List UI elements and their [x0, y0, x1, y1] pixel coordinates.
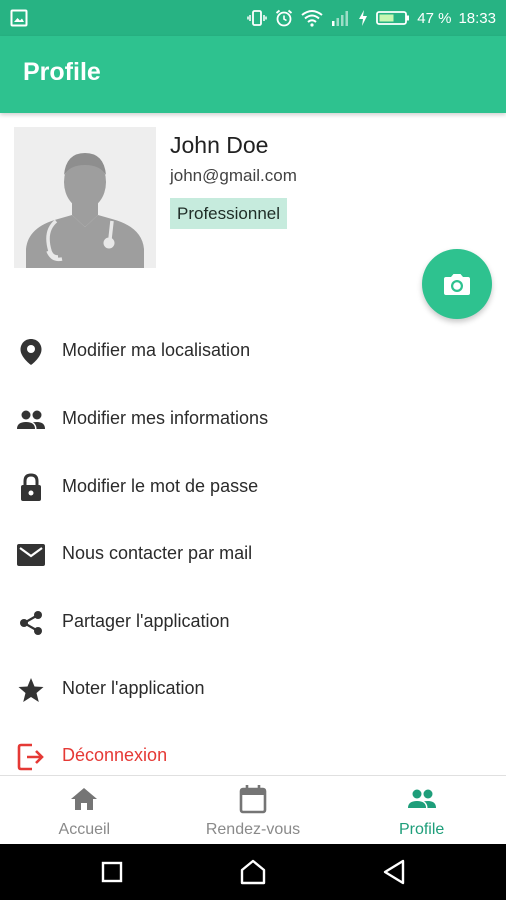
menu-item-label: Nous contacter par mail: [62, 543, 253, 563]
avatar[interactable]: [14, 127, 156, 268]
back-button[interactable]: [380, 858, 408, 886]
battery-percent: 47 %: [417, 9, 452, 27]
menu-item-password[interactable]: Modifier le mot de passe: [0, 459, 506, 515]
user-email: john@gmail.com: [170, 166, 297, 185]
role-badge: Professionnel: [170, 198, 288, 229]
people-icon: [406, 785, 438, 813]
lock-icon: [16, 473, 46, 503]
menu-item-information[interactable]: Modifier mes informations: [0, 391, 506, 447]
status-bar: 47 % 18:33: [0, 0, 506, 36]
nav-item-profile[interactable]: Profile: [337, 776, 506, 845]
calendar-icon: [237, 785, 269, 814]
doctor-avatar-icon: [14, 127, 156, 268]
people-icon: [16, 405, 46, 435]
bottom-navigation: Accueil Rendez-vous Profile: [0, 775, 506, 844]
menu-item-contact[interactable]: Nous contacter par mail: [0, 526, 506, 582]
menu-item-label: Noter l'application: [62, 678, 205, 698]
home-icon: [68, 785, 100, 813]
camera-icon: [444, 274, 470, 295]
menu-item-label: Déconnexion: [62, 745, 168, 765]
mail-icon: [16, 540, 46, 570]
star-icon: [16, 675, 46, 705]
nav-item-home[interactable]: Accueil: [0, 776, 169, 845]
app-bar: Profile: [0, 36, 506, 113]
signal-icon: [330, 9, 350, 27]
menu-item-label: Modifier le mot de passe: [62, 476, 259, 496]
change-photo-button[interactable]: [422, 249, 492, 319]
menu-item-label: Modifier ma localisation: [62, 340, 251, 360]
system-navigation-bar: [0, 844, 506, 900]
vibrate-icon: [247, 8, 267, 28]
gallery-icon: [10, 9, 28, 32]
menu-item-label: Partager l'application: [62, 611, 230, 631]
location-pin-icon: [16, 337, 46, 367]
home-button[interactable]: [239, 858, 267, 886]
menu-item-location[interactable]: Modifier ma localisation: [0, 323, 506, 379]
share-icon: [16, 608, 46, 638]
menu-item-label: Modifier mes informations: [62, 408, 269, 428]
clock: 18:33: [458, 9, 496, 27]
nav-label: Profile: [398, 821, 445, 838]
user-name: John Doe: [170, 132, 269, 158]
menu-item-share[interactable]: Partager l'application: [0, 594, 506, 650]
nav-label: Rendez-vous: [205, 821, 301, 838]
logout-icon: [16, 742, 46, 772]
charging-icon: [357, 9, 369, 27]
battery-icon: [376, 9, 410, 27]
nav-item-appointments[interactable]: Rendez-vous: [169, 776, 338, 845]
recent-apps-button[interactable]: [98, 858, 126, 886]
menu-item-rate[interactable]: Noter l'application: [0, 661, 506, 717]
wifi-icon: [301, 9, 323, 27]
nav-label: Accueil: [58, 821, 111, 838]
page-title: Profile: [23, 58, 101, 86]
alarm-icon: [274, 8, 294, 28]
